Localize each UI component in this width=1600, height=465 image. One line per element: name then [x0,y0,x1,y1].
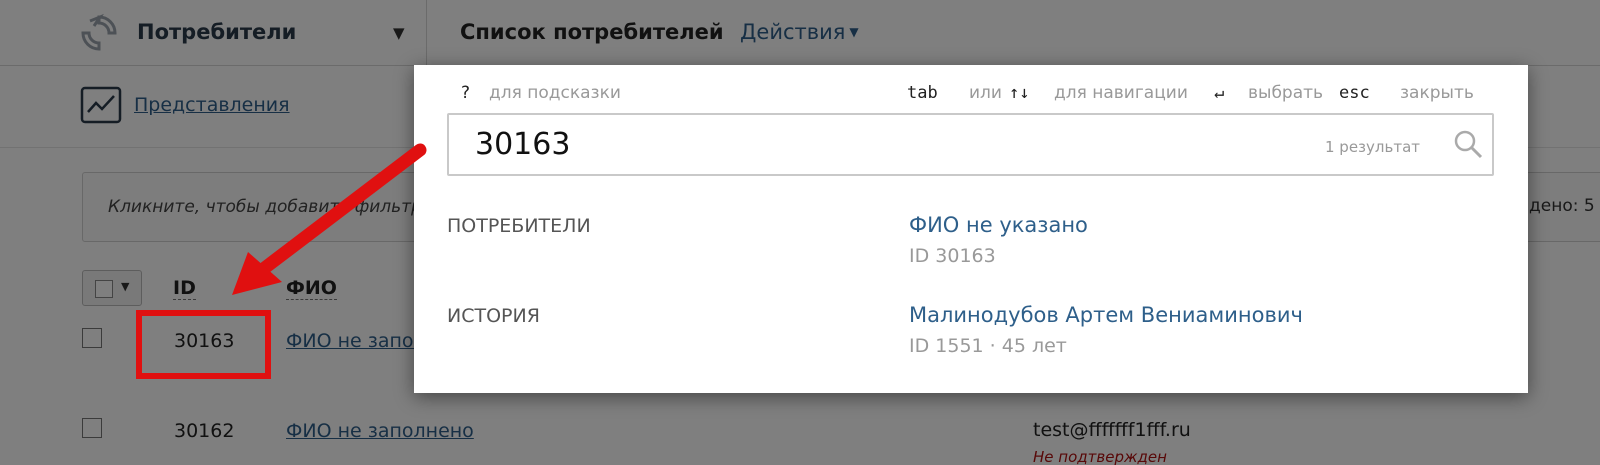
hint-or-text: или [969,83,1002,103]
hint-help-key: ? [461,83,471,103]
group-label-consumers: ПОТРЕБИТЕЛИ [447,215,591,237]
search-input-value: 30163 [475,127,571,162]
quick-search-popup: ? для подсказки tab или ↑↓ для навигации… [414,65,1528,393]
hint-select-text: выбрать [1248,83,1324,103]
search-input[interactable]: 30163 1 результат [447,113,1494,176]
hint-tab-key: tab [907,83,938,103]
annotation-highlight-box [136,310,271,379]
group-label-history: ИСТОРИЯ [447,305,540,327]
hint-arrows-key: ↑↓ [1009,83,1030,103]
keyboard-hints: ? для подсказки tab или ↑↓ для навигации… [414,65,1528,113]
hint-close-text: закрыть [1400,83,1474,103]
result-item-subtitle: ID 1551 · 45 лет [909,335,1067,357]
hint-nav-text: для навигации [1054,83,1188,103]
hint-enter-key: ↵ [1214,83,1225,103]
hint-help-text: для подсказки [489,83,621,103]
result-item-title[interactable]: ФИО не указано [909,213,1088,237]
result-count: 1 результат [1325,138,1421,156]
result-item-title[interactable]: Малинодубов Артем Вениаминович [909,303,1303,327]
hint-esc-key: esc [1339,83,1370,103]
search-icon[interactable] [1453,129,1483,159]
result-item-subtitle: ID 30163 [909,245,996,267]
